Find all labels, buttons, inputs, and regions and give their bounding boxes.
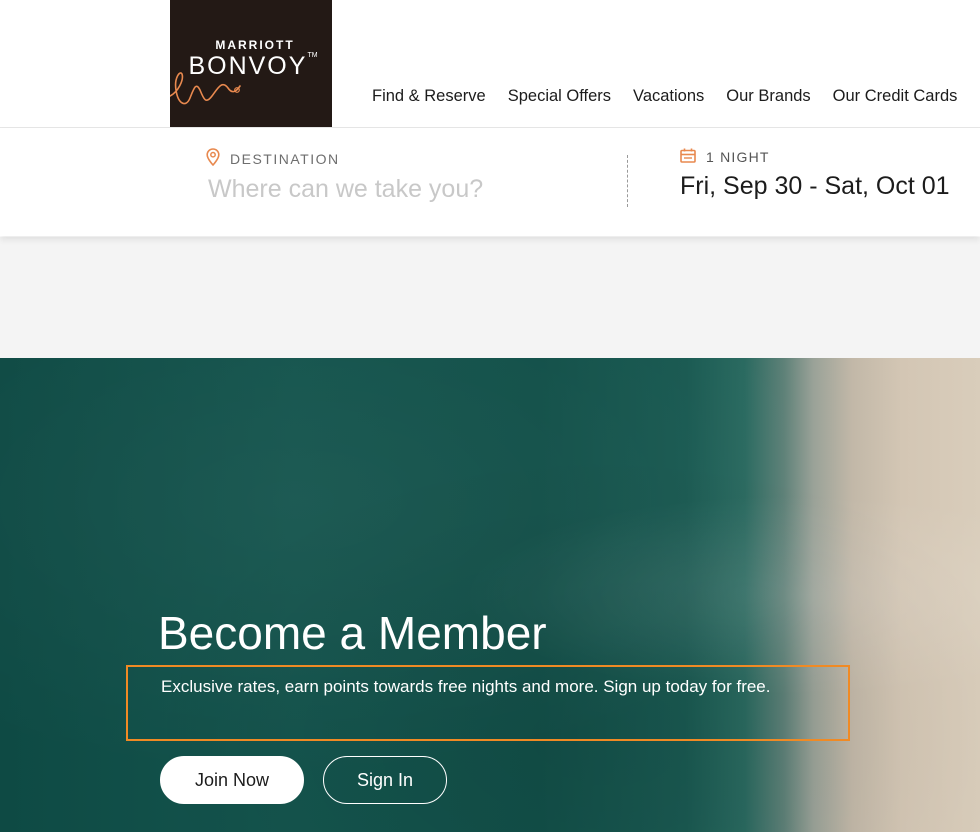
logo-wordmark-top: MARRIOTT — [215, 38, 295, 52]
sign-in-button[interactable]: Sign In — [323, 756, 447, 804]
hero-background-image — [0, 358, 980, 832]
destination-field[interactable]: DESTINATION — [206, 148, 606, 218]
logo-trademark: TM — [307, 52, 318, 59]
logo-wordmark-bonvoy: BONVOY — [188, 52, 308, 80]
nav-find-reserve[interactable]: Find & Reserve — [372, 87, 486, 106]
marriott-bonvoy-logo[interactable]: MARRIOTT BONVOYTM — [170, 0, 332, 127]
join-now-button[interactable]: Join Now — [160, 756, 304, 804]
search-bar: DESTINATION 1 NIGHT Fri, Sep 30 - Sat, O… — [0, 128, 980, 236]
nav-our-credit-cards[interactable]: Our Credit Cards — [833, 87, 958, 106]
search-divider — [627, 155, 628, 207]
nav-vacations[interactable]: Vacations — [633, 87, 704, 106]
dates-value: Fri, Sep 30 - Sat, Oct 01 — [680, 172, 950, 200]
nights-label-row: 1 NIGHT — [680, 148, 980, 166]
destination-label: DESTINATION — [230, 150, 340, 167]
destination-input[interactable] — [206, 175, 588, 204]
dates-field[interactable]: 1 NIGHT Fri, Sep 30 - Sat, Oct 01 — [680, 148, 980, 218]
nav-special-offers[interactable]: Special Offers — [508, 87, 611, 106]
hero-title: Become a Member — [158, 607, 547, 659]
nights-label: 1 NIGHT — [706, 149, 770, 165]
highlight-annotation-box — [126, 665, 850, 741]
nav-our-brands[interactable]: Our Brands — [726, 87, 810, 106]
site-header: MARRIOTT BONVOYTM Find & Reserve Special… — [0, 0, 980, 128]
logo-wordmark-main: BONVOYTM — [170, 52, 332, 81]
map-pin-icon — [206, 148, 220, 169]
hero-banner: Become a Member Exclusive rates, earn po… — [0, 358, 980, 832]
spacer-band — [0, 237, 980, 358]
calendar-icon — [680, 148, 696, 166]
destination-label-row: DESTINATION — [206, 148, 606, 169]
main-nav: Find & Reserve Special Offers Vacations … — [372, 87, 979, 106]
